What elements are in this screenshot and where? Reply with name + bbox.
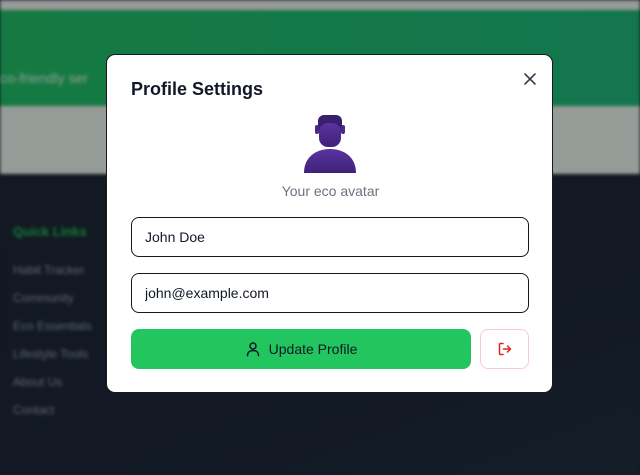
logout-button[interactable] <box>480 329 529 369</box>
name-input[interactable] <box>131 217 529 257</box>
profile-settings-modal: Profile Settings Your eco avatar Update … <box>106 54 553 393</box>
close-button[interactable] <box>522 71 538 87</box>
update-profile-button[interactable]: Update Profile <box>131 329 471 369</box>
modal-title: Profile Settings <box>131 79 264 99</box>
close-icon <box>524 73 536 85</box>
email-input[interactable] <box>131 273 529 313</box>
avatar-icon <box>304 115 356 173</box>
update-profile-label: Update Profile <box>268 341 358 357</box>
avatar-caption: Your eco avatar <box>281 183 380 199</box>
logout-icon <box>498 342 511 356</box>
user-icon <box>246 342 259 357</box>
